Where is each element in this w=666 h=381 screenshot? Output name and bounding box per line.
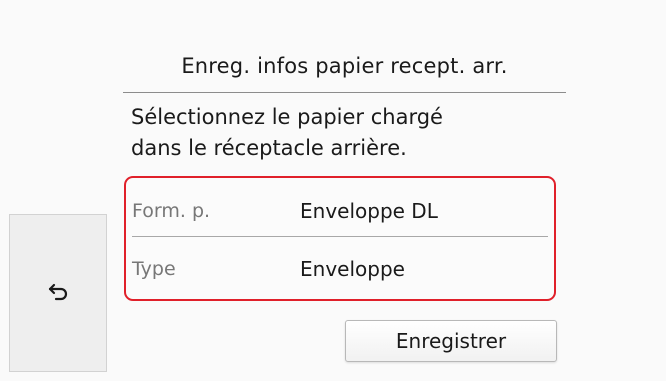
printer-screen: Enreg. infos papier recept. arr. Sélecti… [0, 0, 666, 381]
register-button[interactable]: Enregistrer [345, 320, 557, 362]
instruction-line-1: Sélectionnez le papier chargé [131, 105, 443, 129]
back-arrow-icon [48, 283, 68, 301]
paper-type-row[interactable]: Type Enveloppe [126, 240, 554, 298]
paper-size-label: Form. p. [132, 200, 211, 222]
title-divider [123, 92, 566, 93]
settings-divider [132, 236, 548, 237]
paper-size-value: Enveloppe DL [300, 199, 438, 223]
paper-type-label: Type [132, 258, 176, 280]
paper-size-row[interactable]: Form. p. Enveloppe DL [126, 182, 554, 240]
paper-type-value: Enveloppe [300, 257, 405, 281]
instruction-line-2: dans le réceptacle arrière. [131, 136, 407, 160]
paper-settings-box: Form. p. Enveloppe DL Type Enveloppe [124, 176, 556, 301]
page-title: Enreg. infos papier recept. arr. [181, 54, 508, 78]
back-button[interactable] [9, 214, 107, 372]
instruction-text: Sélectionnez le papier chargé dans le ré… [131, 102, 561, 164]
